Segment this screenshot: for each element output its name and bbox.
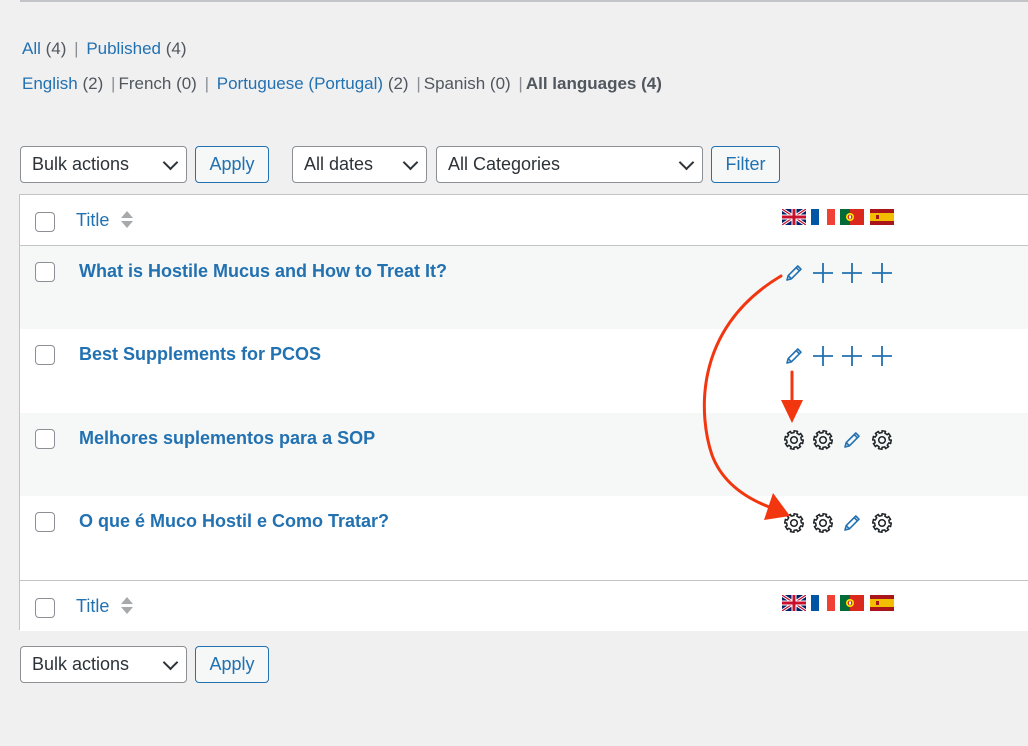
title-column-footer[interactable]: Title — [76, 596, 109, 617]
dates-select[interactable]: All dates — [292, 146, 427, 183]
sort-icon[interactable] — [121, 596, 133, 618]
bulk-actions-select[interactable]: Bulk actions — [20, 146, 187, 183]
flag-portugal-icon — [840, 595, 864, 611]
apply-button[interactable]: Apply — [195, 146, 269, 183]
filter-all-languages-current: All languages (4) — [525, 74, 662, 93]
add-translation-icon[interactable] — [870, 344, 894, 368]
edit-pencil-icon[interactable] — [840, 511, 864, 535]
filter-spanish-text: Spanish (0) — [423, 74, 511, 93]
row-checkbox[interactable] — [35, 345, 55, 365]
dates-value: All dates — [304, 154, 374, 174]
separator: | — [204, 74, 210, 93]
post-title-link[interactable]: Melhores suplementos para a SOP — [79, 428, 375, 449]
settings-gear-icon[interactable] — [811, 511, 835, 535]
chevron-down-icon — [162, 654, 179, 671]
settings-gear-icon[interactable] — [870, 511, 894, 535]
post-title-link[interactable]: Best Supplements for PCOS — [79, 344, 321, 365]
filter-published-count: (4) — [165, 39, 187, 58]
settings-gear-icon[interactable] — [870, 428, 894, 452]
flag-portugal-icon — [840, 209, 864, 225]
add-translation-icon[interactable] — [811, 261, 835, 285]
flag-uk-icon — [782, 595, 806, 611]
edit-pencil-icon[interactable] — [782, 261, 806, 285]
filter-published-link[interactable]: Published — [86, 39, 161, 58]
apply-button-bottom[interactable]: Apply — [195, 646, 269, 683]
settings-gear-icon[interactable] — [782, 428, 806, 452]
filter-french-text: French (0) — [118, 74, 197, 93]
status-filter-links: All (4) | Published (4) — [22, 39, 187, 59]
filter-all-link[interactable]: All — [22, 39, 41, 58]
separator: | — [111, 74, 116, 93]
separator: | — [518, 74, 523, 93]
bulk-actions-select-bottom[interactable]: Bulk actions — [20, 646, 187, 683]
chevron-down-icon — [162, 154, 179, 171]
bulk-actions-value: Bulk actions — [32, 154, 130, 174]
table-footer: Title — [20, 580, 1028, 631]
language-filter-links: English (2) | French (0) | Portuguese (Po… — [22, 74, 662, 94]
row-checkbox[interactable] — [35, 429, 55, 449]
filter-portuguese-count: (2) — [387, 74, 409, 93]
add-translation-icon[interactable] — [811, 344, 835, 368]
filter-button[interactable]: Filter — [711, 146, 780, 183]
table-row: O que é Muco Hostil e Como Tratar? — [20, 496, 1028, 580]
select-all-checkbox[interactable] — [35, 598, 55, 618]
edit-pencil-icon[interactable] — [782, 344, 806, 368]
separator: | — [74, 39, 79, 58]
settings-gear-icon[interactable] — [811, 428, 835, 452]
flag-france-icon — [811, 595, 835, 611]
settings-gear-icon[interactable] — [782, 511, 806, 535]
filter-portuguese-link[interactable]: Portuguese (Portugal) — [217, 74, 383, 93]
flag-france-icon — [811, 209, 835, 225]
chevron-down-icon — [402, 154, 419, 171]
post-title-link[interactable]: What is Hostile Mucus and How to Treat I… — [79, 261, 447, 282]
categories-select[interactable]: All Categories — [436, 146, 703, 183]
post-title-link[interactable]: O que é Muco Hostil e Como Tratar? — [79, 511, 389, 532]
bulk-actions-value: Bulk actions — [32, 654, 130, 674]
row-checkbox[interactable] — [35, 512, 55, 532]
table-row: Melhores suplementos para a SOP — [20, 413, 1028, 496]
add-translation-icon[interactable] — [840, 261, 864, 285]
table-row: Best Supplements for PCOS — [20, 329, 1028, 413]
flag-spain-icon — [870, 209, 894, 225]
top-border — [20, 0, 1028, 2]
table-row: What is Hostile Mucus and How to Treat I… — [20, 246, 1028, 329]
categories-value: All Categories — [448, 154, 561, 174]
filter-english-link[interactable]: English — [22, 74, 78, 93]
sort-icon[interactable] — [121, 210, 133, 232]
flag-uk-icon — [782, 209, 806, 225]
flag-spain-icon — [870, 595, 894, 611]
chevron-down-icon — [678, 154, 695, 171]
edit-pencil-icon[interactable] — [840, 428, 864, 452]
posts-table: Title What is Hostile Mucus and How to T… — [19, 194, 1028, 631]
add-translation-icon[interactable] — [870, 261, 894, 285]
row-checkbox[interactable] — [35, 262, 55, 282]
separator: | — [416, 74, 421, 93]
filter-english-count: (2) — [82, 74, 104, 93]
select-all-checkbox[interactable] — [35, 212, 55, 232]
title-column-header[interactable]: Title — [76, 210, 109, 231]
add-translation-icon[interactable] — [840, 344, 864, 368]
filter-all-count: (4) — [45, 39, 67, 58]
table-header: Title — [20, 195, 1028, 246]
